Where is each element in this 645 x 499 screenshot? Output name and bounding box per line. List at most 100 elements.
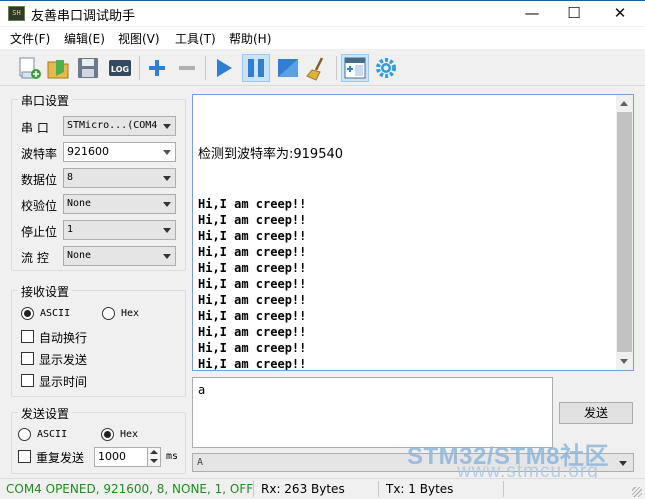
- databits-select[interactable]: 8: [63, 168, 176, 188]
- status-bar: COM4 OPENED, 921600, 8, NONE, 1, OFF Rx:…: [0, 478, 645, 499]
- menu-bar: 文件(F) 编辑(E) 视图(V) 工具(T) 帮助(H): [0, 27, 645, 49]
- receive-textarea[interactable]: 检测到波特率为:919540 Hi,I am creep!! Hi,I am cr…: [192, 94, 634, 371]
- resize-grip-icon[interactable]: [632, 487, 642, 497]
- receive-settings-group: 接收设置 ASCII Hex 自动换行 显示发送 显示时间: [11, 283, 186, 397]
- spin-up-icon[interactable]: [150, 450, 158, 454]
- baud-select[interactable]: 921600: [63, 142, 176, 162]
- status-separator: [253, 481, 254, 497]
- toolbar-separator: [139, 56, 140, 80]
- repeat-send-label: 重复发送: [36, 451, 85, 465]
- rx-hex-radio[interactable]: [102, 307, 115, 320]
- chevron-down-icon: [163, 202, 171, 207]
- tx-ascii-label: ASCII: [37, 429, 68, 440]
- spin-down-icon[interactable]: [150, 459, 158, 463]
- serial-settings-group: 串口设置 串 口 STMicro...(COM4 波特率 921600 数据位 …: [11, 92, 186, 271]
- scroll-down-icon[interactable]: [620, 359, 628, 364]
- chevron-down-icon: [163, 176, 171, 181]
- app-icon: SH: [8, 6, 25, 21]
- flow-select[interactable]: None: [63, 246, 176, 266]
- rx-count: Rx: 263 Bytes: [261, 482, 345, 496]
- add-icon[interactable]: [143, 54, 171, 82]
- receive-scrollbar[interactable]: [616, 95, 633, 370]
- clear-icon[interactable]: [304, 54, 332, 82]
- auto-wrap-label: 自动换行: [39, 331, 88, 345]
- chevron-down-icon: [619, 461, 627, 466]
- layout-icon[interactable]: [341, 54, 369, 82]
- receive-line: Hi,I am creep!!: [198, 325, 307, 339]
- tx-hex-label: Hex: [120, 429, 139, 440]
- send-text: a: [198, 383, 206, 397]
- databits-label: 数据位: [21, 173, 58, 187]
- receive-line: Hi,I am creep!!: [198, 357, 307, 371]
- menu-file[interactable]: 文件(F): [10, 30, 50, 47]
- stopbits-select[interactable]: 1: [63, 220, 176, 240]
- receive-line: Hi,I am creep!!: [198, 245, 307, 259]
- pause-icon[interactable]: [242, 54, 270, 82]
- flow-value: None: [67, 250, 92, 261]
- menu-edit[interactable]: 编辑(E): [64, 30, 105, 47]
- auto-wrap-checkbox[interactable]: [21, 330, 34, 343]
- stop-icon[interactable]: [274, 54, 302, 82]
- receive-line: Hi,I am creep!!: [198, 293, 307, 307]
- parity-value: None: [67, 198, 92, 209]
- interval-value: 1000: [98, 450, 126, 463]
- menu-tools[interactable]: 工具(T): [175, 30, 216, 47]
- maximize-button[interactable]: ☐: [551, 1, 597, 26]
- show-time-checkbox[interactable]: [21, 374, 34, 387]
- flow-label: 流 控: [21, 251, 49, 265]
- receive-line: Hi,I am creep!!: [198, 277, 307, 291]
- receive-settings-title: 接收设置: [18, 283, 73, 300]
- stopbits-value: 1: [67, 224, 74, 235]
- send-button[interactable]: 发送: [559, 402, 633, 424]
- scroll-up-icon[interactable]: [620, 101, 628, 106]
- status-separator: [503, 481, 504, 497]
- serial-settings-title: 串口设置: [18, 92, 73, 109]
- baud-detect-line: 检测到波特率为:919540: [198, 147, 344, 162]
- scroll-thumb[interactable]: [617, 112, 632, 352]
- rx-ascii-radio[interactable]: [21, 307, 34, 320]
- spin-buttons[interactable]: [147, 448, 160, 466]
- databits-value: 8: [67, 172, 74, 183]
- minimize-button[interactable]: —: [509, 1, 555, 26]
- parity-select[interactable]: None: [63, 194, 176, 214]
- interval-spinbox[interactable]: 1000: [94, 447, 161, 467]
- receive-line: Hi,I am creep!!: [198, 261, 307, 275]
- receive-line: Hi,I am creep!!: [198, 229, 307, 243]
- port-value: STMicro...(COM4: [67, 120, 158, 131]
- show-send-checkbox[interactable]: [21, 352, 34, 365]
- chevron-down-icon: [163, 150, 171, 155]
- rx-ascii-label: ASCII: [40, 308, 71, 319]
- remove-icon[interactable]: [173, 54, 201, 82]
- port-select[interactable]: STMicro...(COM4: [63, 116, 176, 136]
- open-icon[interactable]: [44, 54, 72, 82]
- port-label: 串 口: [21, 121, 49, 135]
- save-icon[interactable]: [74, 54, 102, 82]
- chevron-down-icon: [163, 254, 171, 259]
- toolbar: LOG: [0, 50, 645, 86]
- close-button[interactable]: ✕: [597, 1, 643, 26]
- rx-hex-label: Hex: [121, 308, 140, 319]
- new-icon[interactable]: [14, 54, 42, 82]
- receive-line: Hi,I am creep!!: [198, 213, 307, 227]
- chevron-down-icon: [163, 228, 171, 233]
- toolbar-separator: [336, 56, 337, 80]
- interval-unit: ms: [166, 451, 179, 462]
- stopbits-label: 停止位: [21, 225, 58, 239]
- baud-label: 波特率: [21, 147, 58, 161]
- receive-content: 检测到波特率为:919540 Hi,I am creep!! Hi,I am cr…: [198, 113, 344, 371]
- tx-hex-radio[interactable]: [101, 428, 114, 441]
- menu-view[interactable]: 视图(V): [118, 30, 160, 47]
- show-send-label: 显示发送: [39, 353, 88, 367]
- repeat-send-checkbox[interactable]: [18, 450, 31, 463]
- status-separator: [378, 481, 379, 497]
- receive-line: Hi,I am creep!!: [198, 309, 307, 323]
- log-icon-text: LOG: [111, 65, 129, 74]
- tx-count: Tx: 1 Bytes: [386, 482, 454, 496]
- menu-help[interactable]: 帮助(H): [229, 30, 271, 47]
- log-icon[interactable]: LOG: [106, 54, 134, 82]
- settings-icon[interactable]: [372, 54, 400, 82]
- title-bar: SH 友善串口调试助手 — ☐ ✕: [0, 0, 645, 26]
- tx-ascii-radio[interactable]: [18, 428, 31, 441]
- play-icon[interactable]: [210, 54, 238, 82]
- window-title: 友善串口调试助手: [31, 9, 136, 24]
